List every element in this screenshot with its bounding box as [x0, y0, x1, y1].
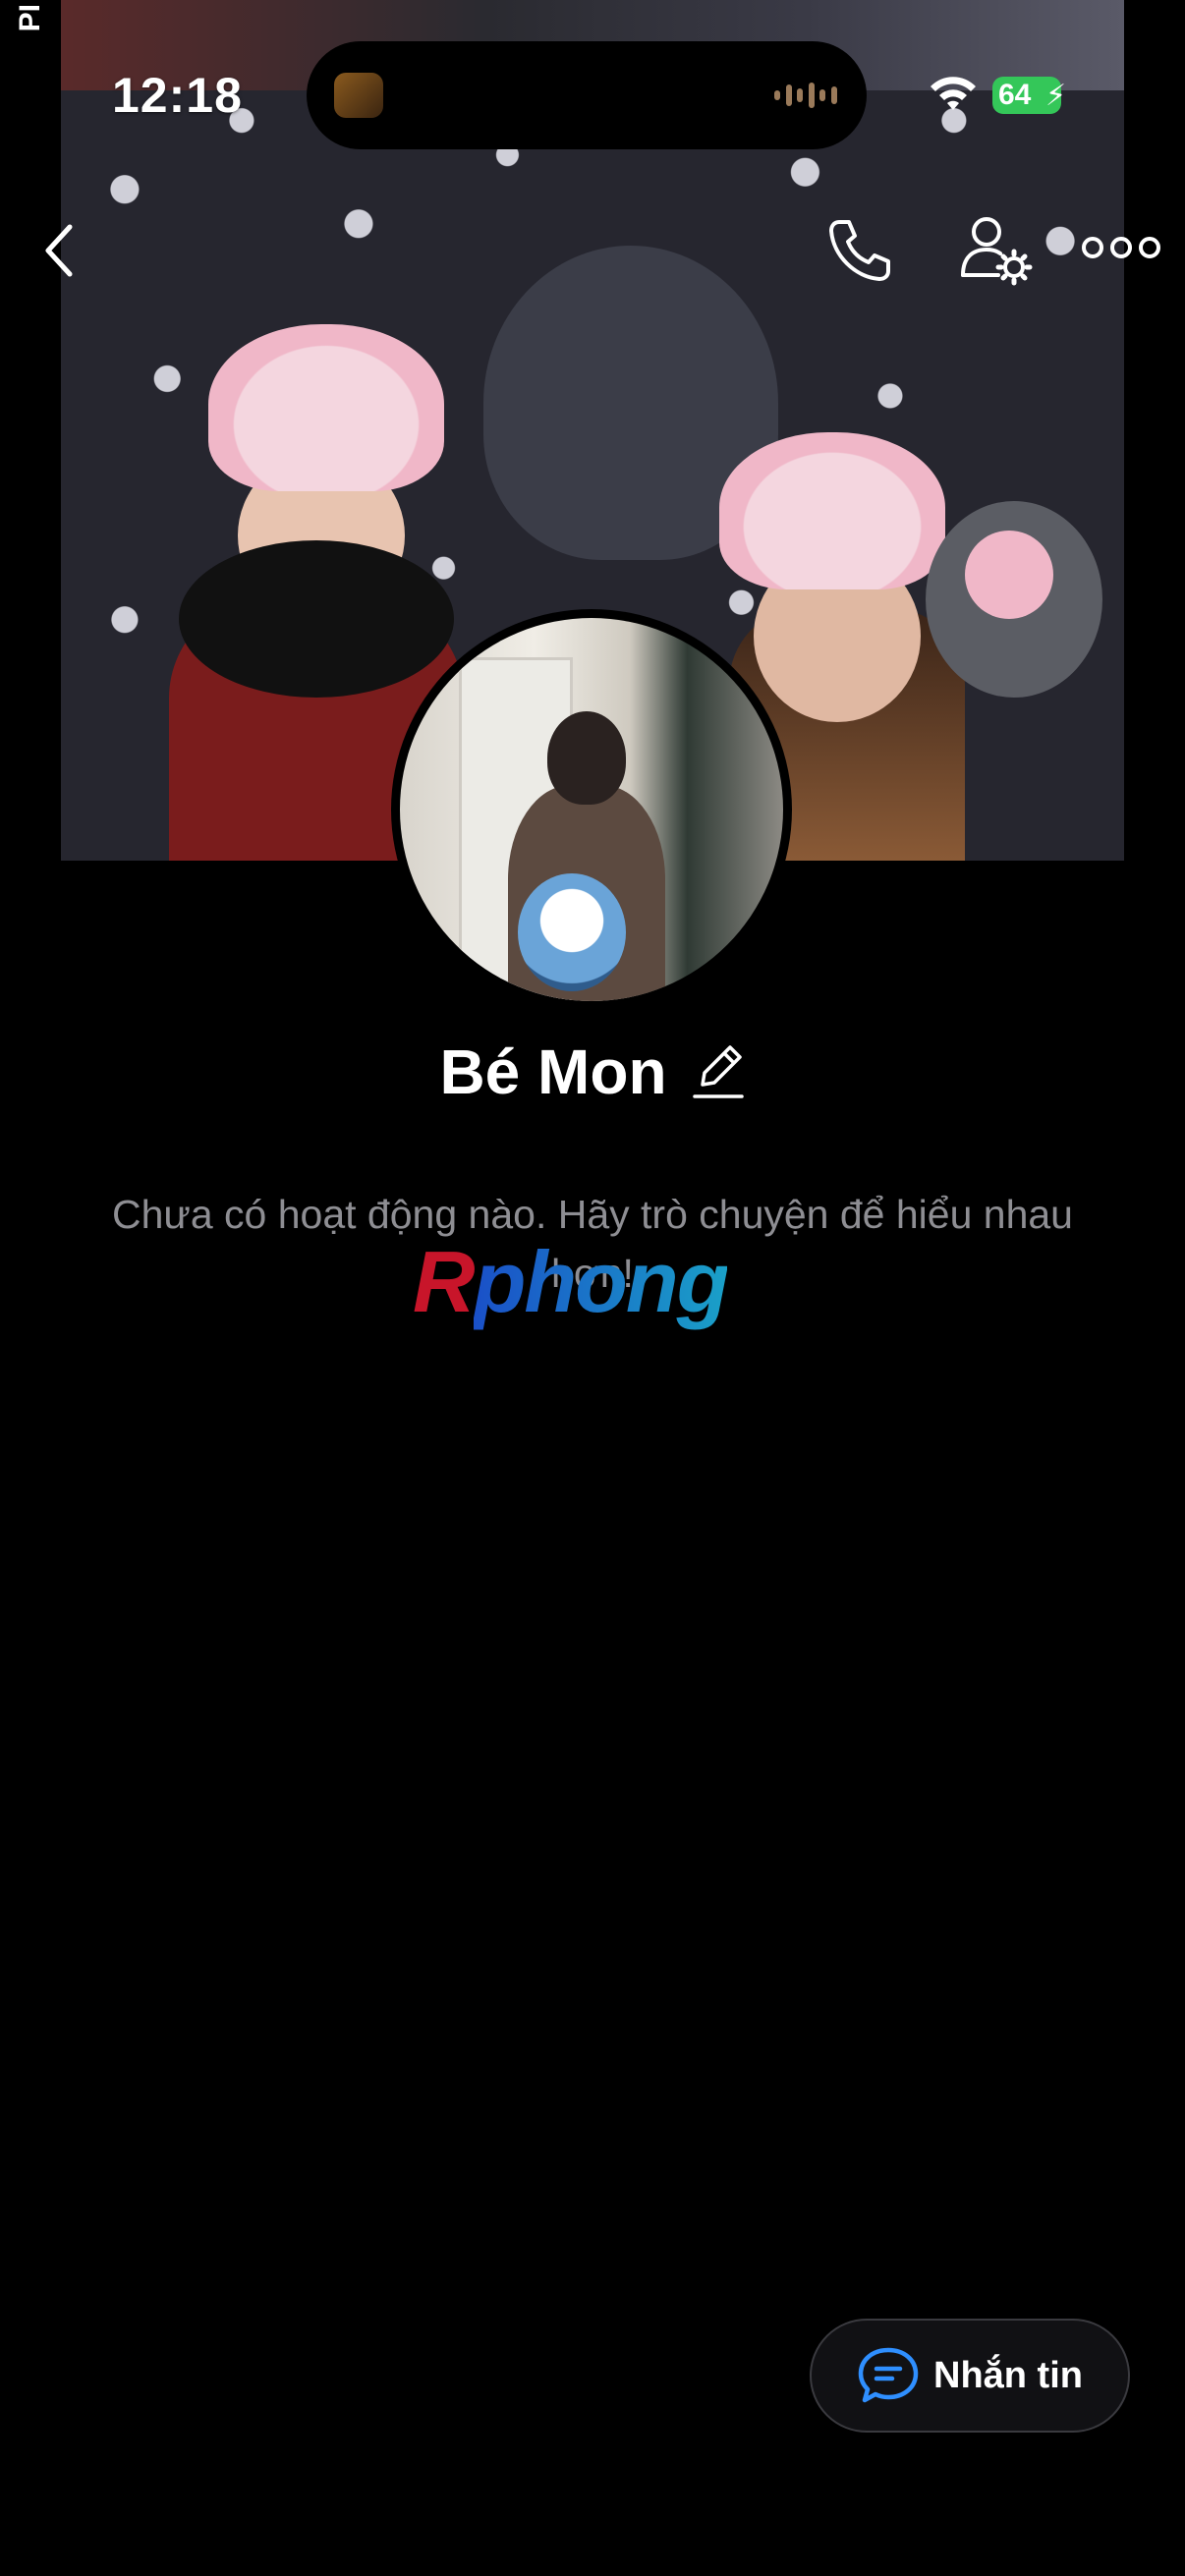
status-bar: 12:18 64 ⚡	[0, 0, 1185, 149]
charging-bolt-icon: ⚡	[1045, 80, 1067, 112]
avatar-photo	[400, 618, 783, 1001]
chevron-left-icon	[45, 224, 73, 277]
phone-icon	[829, 220, 890, 281]
profile-name: Bé Mon	[439, 1036, 667, 1107]
back-button[interactable]	[29, 216, 88, 285]
user-gear-icon	[961, 217, 1033, 286]
profile-name-row: Bé Mon	[0, 1036, 1185, 1108]
watermark-logo: Rphong	[413, 1232, 730, 1332]
pencil-icon[interactable]	[691, 1041, 746, 1102]
avatar[interactable]	[391, 609, 792, 1010]
cover-paw-left	[179, 540, 454, 698]
message-button-label: Nhắn tin	[933, 2354, 1083, 2396]
dynamic-island[interactable]	[307, 41, 867, 149]
status-time: 12:18	[112, 68, 243, 123]
avatar-toy	[518, 873, 626, 991]
message-button[interactable]: Nhắn tin	[810, 2319, 1130, 2433]
profile-settings-button[interactable]	[957, 210, 1036, 289]
cover-person-right-hat	[719, 432, 945, 589]
wifi-icon	[931, 77, 976, 110]
audio-wave-icon	[774, 81, 837, 110]
cover-paw-right-pad	[965, 531, 1053, 619]
more-options-button[interactable]	[1081, 224, 1161, 271]
now-playing-app-icon	[334, 73, 383, 118]
avatar-head	[547, 711, 626, 805]
cover-person-left-hat	[208, 324, 444, 491]
more-dots-icon	[1082, 237, 1160, 258]
chat-bubble-icon	[858, 2347, 919, 2403]
watermark-first-letter: R	[413, 1233, 476, 1330]
call-button[interactable]	[823, 214, 896, 287]
watermark-rest: phong	[473, 1233, 730, 1330]
